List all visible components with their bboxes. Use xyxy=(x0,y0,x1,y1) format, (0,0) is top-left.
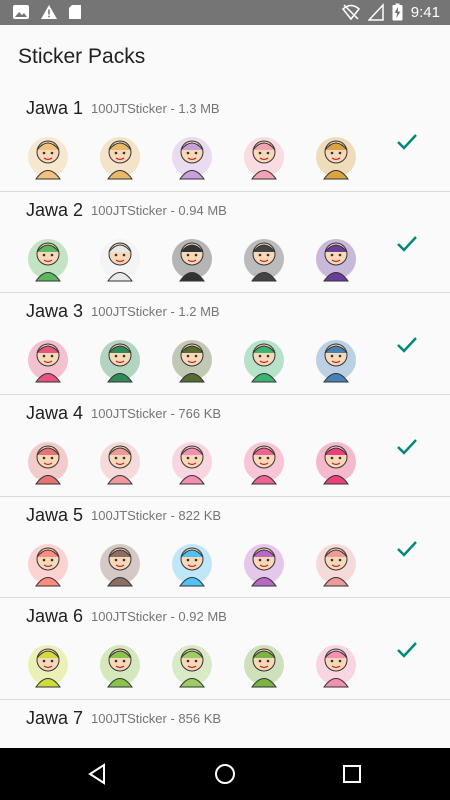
status-right-icons: 9:41 xyxy=(341,3,440,21)
recents-icon[interactable] xyxy=(340,762,364,786)
sticker-thumbnail xyxy=(172,137,212,180)
pack-publisher-size: 100JTSticker - 856 KB xyxy=(91,711,222,727)
sticker-thumbnail xyxy=(100,340,140,383)
sticker-previews xyxy=(22,232,362,284)
sticker-thumbnail xyxy=(100,137,140,180)
sticker-thumbnail xyxy=(28,137,68,180)
image-icon xyxy=(13,5,29,19)
sticker-thumbnail xyxy=(316,238,356,282)
sd-card-icon xyxy=(69,5,81,19)
pack-publisher-size: 100JTSticker - 822 KB xyxy=(91,507,222,523)
battery-charging-icon xyxy=(392,3,403,21)
added-check-icon xyxy=(397,540,417,557)
pack-publisher-size: 100JTSticker - 1.2 MB xyxy=(91,304,220,320)
sticker-thumbnail xyxy=(244,137,284,180)
back-icon[interactable] xyxy=(86,762,110,786)
pack-name: Jawa 5 xyxy=(26,504,84,525)
sticker-thumbnail xyxy=(100,442,140,485)
sticker-thumbnail xyxy=(316,340,356,383)
added-check-icon xyxy=(397,337,417,354)
pack-publisher-size: 100JTSticker - 1.3 MB xyxy=(91,101,220,116)
sticker-pack-list[interactable]: Jawa 1 100JTSticker - 1.3 MB Jawa 2 100JTSt… xyxy=(0,90,450,748)
pack-name: Jawa 1 xyxy=(26,98,84,118)
sticker-thumbnail xyxy=(316,543,356,587)
sticker-pack-row[interactable]: Jawa 4 100JTSticker - 766 KB xyxy=(0,395,450,497)
pack-publisher-size: 100JTSticker - 766 KB xyxy=(91,406,222,422)
pack-name: Jawa 3 xyxy=(26,301,84,322)
added-check-icon xyxy=(397,134,417,150)
pack-name: Jawa 4 xyxy=(26,403,84,424)
sticker-previews xyxy=(22,435,362,487)
sticker-thumbnail xyxy=(244,442,284,485)
sticker-previews xyxy=(22,333,362,385)
sticker-thumbnail xyxy=(172,543,212,587)
sticker-pack-row[interactable]: Jawa 7 100JTSticker - 856 KB xyxy=(0,700,450,748)
wifi-off-icon xyxy=(341,4,360,21)
sticker-thumbnail xyxy=(28,340,68,383)
app-bar: Sticker Packs xyxy=(0,25,450,90)
pack-name: Jawa 2 xyxy=(26,199,84,220)
warning-icon xyxy=(41,5,57,19)
navigation-bar xyxy=(0,748,450,800)
sticker-thumbnail xyxy=(244,340,284,383)
sticker-thumbnail xyxy=(28,442,68,485)
sticker-thumbnail xyxy=(172,442,212,485)
sticker-thumbnail xyxy=(316,137,356,180)
sticker-pack-row[interactable]: Jawa 5 100JTSticker - 822 KB xyxy=(0,497,450,599)
status-left-icons xyxy=(12,4,82,20)
sticker-previews xyxy=(22,638,362,690)
sticker-previews xyxy=(22,537,362,589)
added-check-icon xyxy=(397,439,417,455)
sticker-thumbnail xyxy=(172,238,212,282)
pack-publisher-size: 100JTSticker - 0.94 MB xyxy=(91,202,227,218)
pack-publisher-size: 100JTSticker - 0.92 MB xyxy=(91,609,227,625)
sticker-thumbnail xyxy=(172,645,212,688)
sticker-pack-row[interactable]: Jawa 1 100JTSticker - 1.3 MB xyxy=(0,90,450,192)
home-icon[interactable] xyxy=(213,762,237,786)
sticker-thumbnail xyxy=(172,340,212,383)
added-check-icon xyxy=(397,235,417,252)
sticker-pack-row[interactable]: Jawa 2 100JTSticker - 0.94 MB xyxy=(0,192,450,294)
sticker-pack-row[interactable]: Jawa 6 100JTSticker - 0.92 MB xyxy=(0,598,450,701)
sticker-thumbnail xyxy=(100,645,140,688)
sticker-thumbnail xyxy=(244,543,284,587)
sticker-thumbnail xyxy=(316,442,356,485)
sticker-thumbnail xyxy=(28,238,68,282)
signal-icon xyxy=(367,3,384,21)
sticker-thumbnail xyxy=(244,238,284,282)
sticker-previews xyxy=(22,130,362,182)
sticker-thumbnail xyxy=(100,543,140,587)
page-title: Sticker Packs xyxy=(18,45,146,68)
pack-name: Jawa 7 xyxy=(26,708,84,729)
sticker-pack-row[interactable]: Jawa 3 100JTSticker - 1.2 MB xyxy=(0,293,450,396)
sticker-thumbnail xyxy=(100,238,140,282)
pack-name: Jawa 6 xyxy=(26,606,84,627)
sticker-thumbnail xyxy=(316,645,356,688)
sticker-thumbnail xyxy=(28,543,68,587)
sticker-thumbnail xyxy=(244,645,284,688)
status-bar: 9:41 xyxy=(0,0,450,25)
status-time: 9:41 xyxy=(410,3,440,21)
added-check-icon xyxy=(397,642,417,659)
sticker-thumbnail xyxy=(28,645,68,688)
